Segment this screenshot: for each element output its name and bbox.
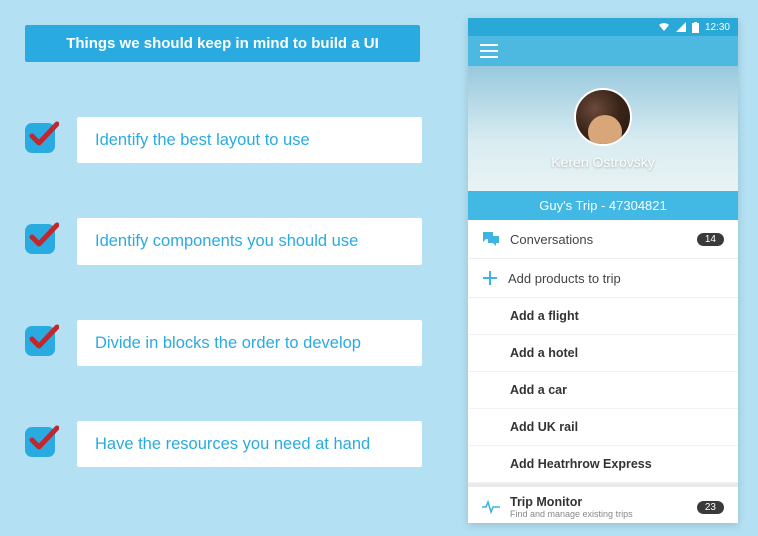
status-bar: 12:30 — [468, 18, 738, 36]
conversations-badge: 14 — [697, 233, 724, 246]
bullet-row: Identify the best layout to use — [25, 117, 445, 163]
menu-label: Add products to trip — [508, 271, 621, 286]
profile-name: Keren Ostrovsky — [551, 154, 654, 170]
bullet-row: Identify components you should use — [25, 218, 445, 264]
checkmark-icon — [25, 427, 55, 457]
app-header — [468, 36, 738, 66]
trip-monitor-subtitle: Find and manage existing trips — [510, 509, 687, 519]
checkmark-icon — [25, 224, 55, 254]
battery-icon — [692, 22, 699, 33]
trip-title-bar: Guy's Trip - 47304821 — [468, 191, 738, 220]
submenu-item[interactable]: Add Heatrhrow Express — [468, 446, 738, 483]
phone-mockup: 12:30 Keren Ostrovsky Guy's Trip - 47304… — [468, 18, 738, 523]
chat-icon — [482, 231, 500, 247]
checkmark-icon — [25, 123, 55, 153]
pulse-icon — [482, 500, 500, 514]
menu-trip-monitor[interactable]: Trip Monitor Find and manage existing tr… — [468, 483, 738, 523]
trip-monitor-badge: 23 — [697, 501, 724, 514]
wifi-icon — [658, 22, 670, 32]
bullet-card: Identify components you should use — [77, 218, 422, 264]
trip-monitor-title: Trip Monitor — [510, 495, 687, 509]
slide-left-panel: Things we should keep in mind to build a… — [0, 0, 460, 482]
bullet-row: Have the resources you need at hand — [25, 421, 445, 467]
plus-icon — [482, 270, 498, 286]
submenu-item[interactable]: Add a flight — [468, 298, 738, 335]
signal-icon — [676, 22, 686, 32]
avatar[interactable] — [574, 88, 632, 146]
status-time: 12:30 — [705, 22, 730, 33]
checkmark-icon — [25, 326, 55, 356]
slide-title: Things we should keep in mind to build a… — [25, 25, 420, 62]
profile-section: Keren Ostrovsky — [468, 66, 738, 191]
submenu-item[interactable]: Add a hotel — [468, 335, 738, 372]
bullet-card: Have the resources you need at hand — [77, 421, 422, 467]
menu-label: Conversations — [510, 232, 593, 247]
submenu-item[interactable]: Add a car — [468, 372, 738, 409]
bullet-row: Divide in blocks the order to develop — [25, 320, 445, 366]
bullet-card: Identify the best layout to use — [77, 117, 422, 163]
bullet-card: Divide in blocks the order to develop — [77, 320, 422, 366]
menu-conversations[interactable]: Conversations 14 — [468, 220, 738, 259]
menu-add-products[interactable]: Add products to trip — [468, 259, 738, 298]
submenu-item[interactable]: Add UK rail — [468, 409, 738, 446]
hamburger-icon[interactable] — [480, 44, 498, 58]
